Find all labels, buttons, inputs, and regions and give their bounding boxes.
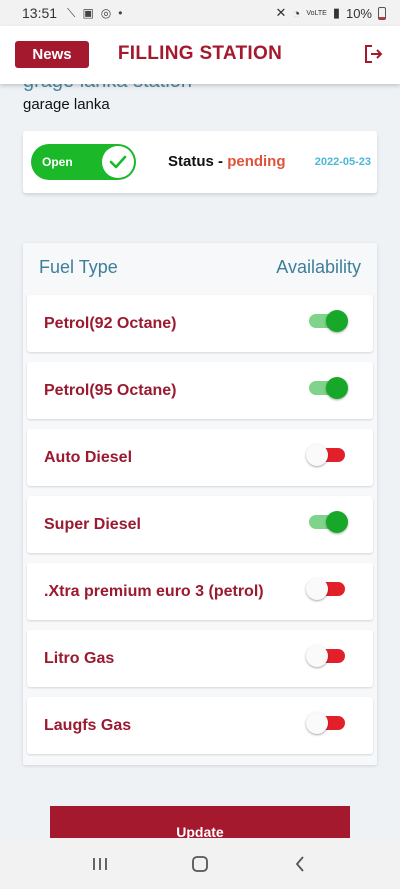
status-card: Open Status - pending 2022-05-23 — [23, 131, 377, 193]
fuel-row: Petrol(92 Octane) — [27, 295, 373, 352]
app-icon: ◎ — [100, 6, 112, 20]
fuel-row: Litro Gas — [27, 630, 373, 687]
dot-icon: • — [118, 6, 123, 20]
check-icon — [102, 146, 134, 178]
toggle-knob — [306, 444, 328, 466]
availability-toggle[interactable] — [309, 310, 348, 332]
toggle-knob — [306, 645, 328, 667]
availability-heading: Availability — [276, 257, 361, 277]
toggle-knob — [306, 578, 328, 600]
recent-apps-button[interactable] — [85, 849, 115, 879]
fuel-name: Super Diesel — [44, 516, 141, 533]
status-text: Status - pending — [168, 153, 286, 170]
fuel-name: Petrol(95 Octane) — [44, 382, 177, 399]
availability-toggle[interactable] — [306, 645, 345, 667]
toggle-knob — [326, 511, 348, 533]
fuel-name: Petrol(92 Octane) — [44, 315, 177, 332]
fuel-type-heading: Fuel Type — [39, 257, 118, 277]
back-button[interactable] — [285, 849, 315, 879]
fuel-availability-panel: Fuel Type Availability Petrol(92 Octane)… — [23, 243, 377, 765]
battery-percent: 10% — [345, 5, 372, 21]
status-label: Status - — [168, 153, 228, 170]
availability-toggle[interactable] — [309, 377, 348, 399]
network-label: VoLTE — [306, 9, 327, 17]
fuel-name: Laugfs Gas — [44, 717, 132, 734]
toggle-knob — [326, 377, 348, 399]
image-icon: ▣ — [82, 6, 94, 20]
fuel-list: Petrol(92 Octane) Petrol(95 Octane) Auto D… — [27, 295, 373, 764]
status-value: pending — [227, 153, 286, 170]
availability-toggle[interactable] — [306, 578, 345, 600]
fuel-row: Auto Diesel — [27, 429, 373, 486]
signal-icon: ▮ — [332, 5, 340, 20]
notification-icon: ⟍ — [67, 5, 76, 20]
fuel-header: Fuel Type Availability — [39, 257, 361, 278]
fuel-name: Litro Gas — [44, 650, 115, 667]
system-nav-bar — [0, 838, 400, 889]
fuel-row: Petrol(95 Octane) — [27, 362, 373, 419]
availability-toggle[interactable] — [306, 712, 345, 734]
system-status-bar: 13:51 ⟍ ▣ ◎ • ✕ ◔ VoLTE ▮ 10% — [0, 0, 400, 26]
open-toggle[interactable]: Open — [31, 144, 136, 180]
toggle-knob — [326, 310, 348, 332]
fuel-name: .Xtra premium euro 3 (petrol) — [44, 583, 264, 600]
station-subtitle: garage lanka — [23, 96, 110, 113]
mute-icon: ✕ — [275, 5, 287, 20]
back-icon — [295, 855, 304, 872]
toggle-knob — [306, 712, 328, 734]
battery-icon — [378, 6, 386, 20]
availability-toggle[interactable] — [306, 444, 345, 466]
app-bar: News FILLING STATION — [0, 26, 400, 84]
fuel-row: .Xtra premium euro 3 (petrol) — [27, 563, 373, 620]
home-button[interactable] — [185, 849, 215, 879]
availability-toggle[interactable] — [309, 511, 348, 533]
recent-apps-icon — [93, 857, 107, 870]
fuel-row: Super Diesel — [27, 496, 373, 553]
page-title: FILLING STATION — [117, 43, 283, 64]
status-date: 2022-05-23 — [314, 156, 371, 168]
fuel-name: Auto Diesel — [44, 449, 133, 466]
home-icon — [192, 855, 208, 872]
fuel-row: Laugfs Gas — [27, 697, 373, 754]
clock: 13:51 — [22, 5, 58, 21]
open-toggle-label: Open — [42, 155, 73, 169]
wifi-icon: ◔ — [292, 5, 301, 21]
logout-icon[interactable] — [364, 44, 384, 64]
